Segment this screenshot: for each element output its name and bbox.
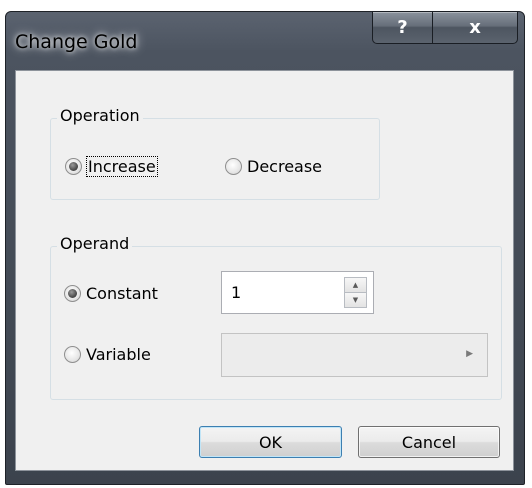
caption-buttons: ? x (372, 11, 518, 44)
right-arrow-icon[interactable]: ▶ (466, 349, 473, 359)
radio-increase-indicator[interactable] (65, 157, 82, 175)
window-title: Change Gold (15, 31, 138, 53)
radio-variable[interactable]: Variable (64, 342, 151, 366)
cancel-button[interactable]: Cancel (358, 426, 500, 458)
down-arrow-icon: ▼ (352, 295, 359, 304)
ok-button-label: OK (258, 432, 283, 452)
radio-decrease-label[interactable]: Decrease (247, 157, 322, 176)
radio-constant-indicator[interactable] (64, 284, 81, 302)
operand-legend: Operand (57, 234, 133, 253)
radio-variable-label[interactable]: Variable (86, 345, 151, 364)
dialog-client-area: Operation Increase Decrease Operand Cons… (15, 70, 514, 471)
help-icon: ? (397, 17, 408, 38)
close-button[interactable]: x (432, 11, 518, 44)
constant-value-spinbox[interactable]: 1 ▲ ▼ (221, 271, 374, 314)
title-bar[interactable]: Change Gold ? x (6, 11, 524, 78)
dialog-window: Change Gold ? x Operation Increase Decre… (5, 11, 525, 485)
page: Change Gold ? x Operation Increase Decre… (0, 0, 532, 488)
constant-value[interactable]: 1 (231, 283, 241, 302)
cancel-button-label: Cancel (401, 432, 457, 452)
help-button[interactable]: ? (372, 11, 432, 44)
radio-increase[interactable]: Increase (65, 154, 158, 178)
radio-selected-dot (68, 288, 77, 298)
ok-button[interactable]: OK (199, 426, 342, 458)
operation-group: Operation Increase Decrease (50, 106, 380, 200)
radio-variable-indicator[interactable] (64, 345, 81, 363)
spin-buttons: ▲ ▼ (344, 277, 367, 308)
close-icon: x (469, 17, 481, 38)
spin-up-button[interactable]: ▲ (344, 277, 367, 293)
radio-increase-label[interactable]: Increase (86, 155, 158, 177)
radio-decrease-indicator[interactable] (225, 157, 242, 175)
spin-down-button[interactable]: ▼ (344, 293, 367, 308)
radio-decrease[interactable]: Decrease (225, 154, 322, 178)
radio-constant-label[interactable]: Constant (86, 284, 158, 303)
up-arrow-icon: ▲ (352, 280, 359, 289)
radio-constant[interactable]: Constant (64, 281, 158, 305)
operation-legend: Operation (57, 106, 143, 125)
variable-select[interactable]: ▶ (221, 333, 488, 377)
radio-selected-dot (69, 161, 78, 171)
